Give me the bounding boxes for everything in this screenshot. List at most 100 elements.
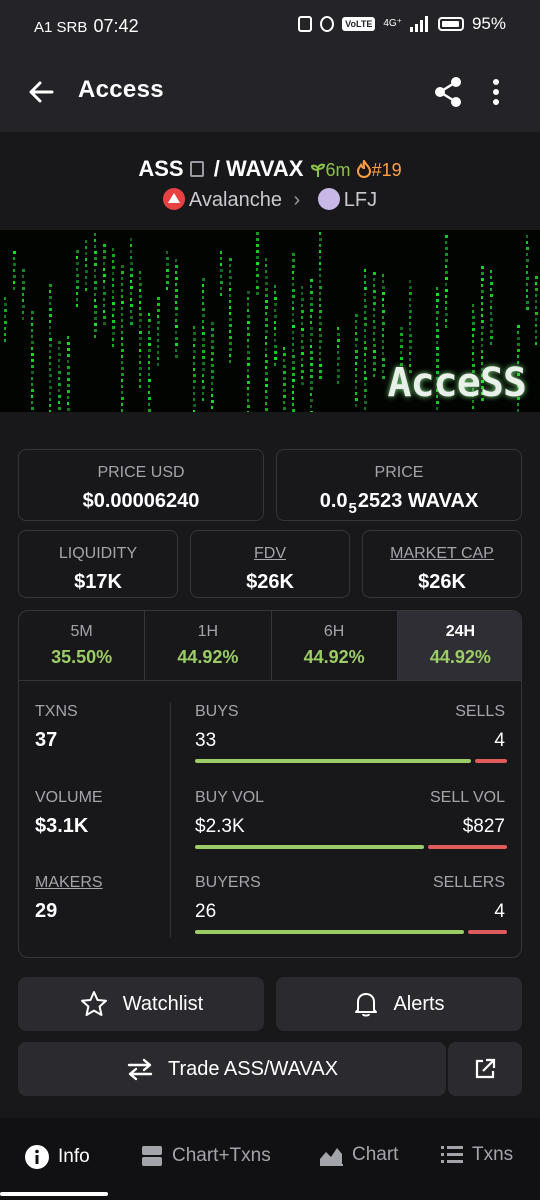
nav-txns[interactable]: Txns xyxy=(440,1144,513,1166)
nav-info[interactable]: Info xyxy=(24,1144,90,1170)
matrix-glyph xyxy=(490,342,492,345)
matrix-glyph xyxy=(103,262,105,265)
tab-6h[interactable]: 6H 44.92% xyxy=(272,611,398,680)
status-right: VoLTE 4G⁺ 95% xyxy=(298,14,506,34)
open-external-button[interactable] xyxy=(448,1042,522,1096)
matrix-glyph xyxy=(193,362,195,365)
matrix-glyph xyxy=(76,274,79,277)
price-native-label: PRICE xyxy=(374,464,424,481)
copy-icon[interactable] xyxy=(189,161,204,177)
matrix-glyph xyxy=(292,397,294,400)
matrix-glyph xyxy=(103,250,106,253)
matrix-glyph xyxy=(283,359,285,362)
matrix-glyph xyxy=(166,281,169,284)
matrix-glyph xyxy=(247,387,249,390)
sell-vol-label: SELL VOL xyxy=(429,789,505,806)
matrix-glyph xyxy=(148,379,151,382)
matrix-glyph xyxy=(283,371,286,374)
fdv-card[interactable]: FDV $26K xyxy=(190,530,350,598)
matrix-glyph xyxy=(67,390,70,393)
matrix-glyph xyxy=(49,398,51,401)
matrix-glyph xyxy=(166,275,169,278)
matrix-glyph xyxy=(319,292,321,295)
matrix-glyph xyxy=(382,310,385,313)
matrix-glyph xyxy=(49,386,52,389)
matrix-glyph xyxy=(265,408,268,411)
chevron-right-icon: › xyxy=(293,189,301,211)
more-options-button[interactable] xyxy=(478,72,514,112)
matrix-glyph xyxy=(94,299,96,302)
matrix-glyph xyxy=(319,310,322,313)
fdv-label[interactable]: FDV xyxy=(191,545,349,563)
matrix-glyph xyxy=(211,328,214,331)
nav-chart[interactable]: Chart xyxy=(318,1144,398,1166)
matrix-glyph xyxy=(472,406,474,409)
matrix-glyph xyxy=(112,308,115,311)
matrix-glyph xyxy=(310,381,313,384)
matrix-glyph xyxy=(58,407,61,410)
matrix-glyph xyxy=(67,342,70,345)
matrix-glyph xyxy=(364,389,367,392)
matrix-glyph xyxy=(265,300,268,303)
matrix-glyph xyxy=(103,244,106,247)
bell-icon xyxy=(355,993,378,1017)
matrix-glyph xyxy=(445,253,448,256)
alerts-button[interactable]: Alerts xyxy=(276,977,522,1031)
price-usd-value: $0.00006240 xyxy=(82,490,200,512)
matrix-glyph xyxy=(121,391,123,394)
matrix-glyph xyxy=(292,349,294,352)
matrix-glyph xyxy=(202,374,204,377)
matrix-glyph xyxy=(85,288,87,291)
buyers-label: BUYERS xyxy=(195,874,261,891)
matrix-glyph xyxy=(382,346,384,349)
makers-label[interactable]: MAKERS xyxy=(35,874,103,892)
tab-label: 6H xyxy=(323,623,345,640)
tab-5m[interactable]: 5M 35.50% xyxy=(19,611,146,680)
watchlist-button[interactable]: Watchlist xyxy=(18,977,264,1031)
matrix-glyph xyxy=(337,345,339,348)
back-button[interactable] xyxy=(22,72,62,112)
matrix-glyph xyxy=(22,305,25,308)
matrix-glyph xyxy=(355,404,357,407)
buys-bar xyxy=(195,759,471,763)
chain-name[interactable]: Avalanche xyxy=(189,189,282,211)
matrix-glyph xyxy=(49,374,52,377)
market-cap-card[interactable]: MARKET CAP $26K xyxy=(362,530,522,598)
dex-name[interactable]: LFJ xyxy=(344,189,377,211)
sprout-icon xyxy=(310,163,325,177)
sells-bar xyxy=(475,759,507,763)
matrix-glyph xyxy=(175,277,178,280)
trade-button[interactable]: Trade ASS/WAVAX xyxy=(18,1042,446,1096)
fdv-value: $26K xyxy=(246,571,294,593)
tab-change: 44.92% xyxy=(303,647,365,667)
tab-1h[interactable]: 1H 44.92% xyxy=(145,611,272,680)
matrix-glyph xyxy=(121,343,123,346)
matrix-glyph xyxy=(229,354,231,357)
banner-text: AcceSS xyxy=(387,360,527,406)
matrix-glyph xyxy=(382,286,385,289)
matrix-glyph xyxy=(364,329,366,332)
matrix-glyph xyxy=(148,331,150,334)
matrix-glyph xyxy=(94,329,97,332)
market-cap-label[interactable]: MARKET CAP xyxy=(363,545,521,563)
matrix-glyph xyxy=(301,316,303,319)
share-button[interactable] xyxy=(428,72,468,112)
matrix-glyph xyxy=(364,323,367,326)
matrix-glyph xyxy=(49,350,51,353)
volume-label: VOLUME xyxy=(35,789,103,806)
matrix-glyph xyxy=(265,282,268,285)
nav-chart-txns[interactable]: Chart+Txns xyxy=(140,1144,271,1168)
matrix-glyph xyxy=(22,317,24,320)
matrix-glyph xyxy=(139,367,142,370)
matrix-glyph xyxy=(490,318,493,321)
tab-24h[interactable]: 24H 44.92% xyxy=(397,611,521,680)
matrix-glyph xyxy=(193,368,195,371)
market-cap-value: $26K xyxy=(418,571,466,593)
matrix-glyph xyxy=(436,329,439,332)
matrix-glyph xyxy=(517,355,519,358)
matrix-glyph xyxy=(274,333,276,336)
matrix-glyph xyxy=(490,324,492,327)
matrix-glyph xyxy=(301,358,303,361)
matrix-glyph xyxy=(409,310,412,313)
matrix-glyph xyxy=(175,265,178,268)
